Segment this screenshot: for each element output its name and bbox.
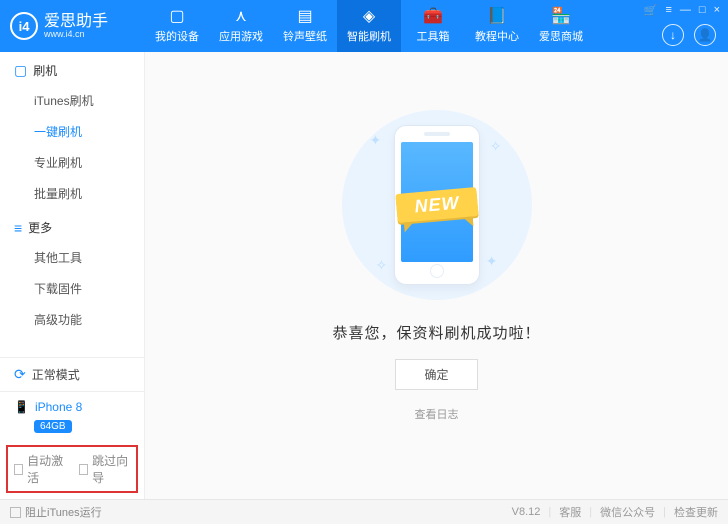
sidebar-item-batch-flash[interactable]: 批量刷机: [34, 178, 144, 209]
device-name-label: iPhone 8: [35, 400, 82, 414]
store-icon: 🏪: [551, 9, 571, 25]
nav-toolbox[interactable]: 🧰 工具箱: [401, 0, 465, 52]
sidebar-item-download-firmware[interactable]: 下载固件: [34, 273, 144, 304]
sidebar: ▢ 刷机 iTunes刷机 一键刷机 专业刷机 批量刷机 ≡ 更多 其他工具 下…: [0, 52, 145, 499]
cart-icon[interactable]: 🛒: [644, 4, 658, 17]
download-button[interactable]: ↓: [662, 24, 684, 46]
app-header: i4 爱思助手 www.i4.cn ▢ 我的设备 ⋏ 应用游戏 ▤ 铃声壁纸 ◈ 智能刷…: [0, 0, 728, 52]
window-controls: 🛒 ≡ — □ ×: [644, 4, 720, 17]
support-link[interactable]: 客服: [559, 504, 581, 520]
nav-label: 我的设备: [155, 28, 199, 44]
header-actions: ↓ 👤: [662, 24, 716, 46]
sidebar-item-advanced[interactable]: 高级功能: [34, 304, 144, 335]
refresh-icon: ⟳: [14, 366, 26, 383]
menu-icon[interactable]: ≡: [665, 4, 671, 17]
sidebar-item-other-tools[interactable]: 其他工具: [34, 242, 144, 273]
sparkle-icon: ✦: [370, 132, 382, 149]
maximize-button[interactable]: □: [699, 4, 706, 17]
user-button[interactable]: 👤: [694, 24, 716, 46]
nav-flash[interactable]: ◈ 智能刷机: [337, 0, 401, 52]
sparkle-icon: ✧: [376, 257, 388, 274]
status-bar: 阻止iTunes运行 V8.12 | 客服 | 微信公众号 | 检查更新: [0, 499, 728, 524]
device-row[interactable]: 📱 iPhone 8 64GB: [0, 391, 144, 443]
phone-icon: 📱: [14, 400, 29, 414]
view-log-link[interactable]: 查看日志: [415, 406, 459, 422]
cb-label: 阻止iTunes运行: [25, 504, 102, 520]
apps-icon: ⋏: [235, 9, 247, 25]
wechat-link[interactable]: 微信公众号: [600, 504, 655, 520]
group-title: 刷机: [33, 62, 57, 79]
list-icon: ≡: [14, 220, 22, 236]
nav-label: 铃声壁纸: [283, 28, 327, 44]
minimize-button[interactable]: —: [680, 4, 691, 17]
mode-row[interactable]: ⟳ 正常模式: [0, 357, 144, 391]
flash-icon: ◈: [363, 9, 375, 25]
nav-tutorials[interactable]: 📘 教程中心: [465, 0, 529, 52]
success-message: 恭喜您，保资料刷机成功啦！: [332, 322, 540, 343]
nav-label: 爱思商城: [539, 28, 583, 44]
sidebar-item-pro-flash[interactable]: 专业刷机: [34, 147, 144, 178]
brand-logo-icon: i4: [10, 12, 38, 40]
checkbox-block-itunes[interactable]: 阻止iTunes运行: [10, 504, 102, 520]
new-ribbon: NEW: [395, 187, 478, 223]
ok-button[interactable]: 确定: [395, 359, 477, 390]
nav-label: 教程中心: [475, 28, 519, 44]
brand-name: 爱思助手: [44, 14, 108, 30]
sidebar-group-more: ≡ 更多: [0, 209, 144, 242]
checkbox-skip-guide[interactable]: 跳过向导: [79, 452, 130, 486]
checkbox-auto-activate[interactable]: 自动激活: [14, 452, 65, 486]
book-icon: 📘: [487, 9, 507, 25]
sparkle-icon: ✧: [490, 138, 502, 155]
nav-store[interactable]: 🏪 爱思商城: [529, 0, 593, 52]
sidebar-item-itunes-flash[interactable]: iTunes刷机: [34, 85, 144, 116]
toolbox-icon: 🧰: [423, 9, 443, 25]
nav-ringtones[interactable]: ▤ 铃声壁纸: [273, 0, 337, 52]
success-illustration: ✦ ✧ ✧ ✦ NEW: [342, 110, 532, 300]
sparkle-icon: ✦: [486, 253, 498, 270]
nav-my-device[interactable]: ▢ 我的设备: [145, 0, 209, 52]
group-title: 更多: [28, 219, 52, 236]
nav-label: 智能刷机: [347, 28, 391, 44]
brand-subtitle: www.i4.cn: [44, 30, 108, 39]
check-update-link[interactable]: 检查更新: [674, 504, 718, 520]
main-content: ✦ ✧ ✧ ✦ NEW 恭喜您，保资料刷机成功啦！ 确定 查看日志: [145, 52, 728, 499]
cb-label: 跳过向导: [92, 452, 130, 486]
device-icon: ▢: [14, 62, 27, 79]
nav-label: 工具箱: [417, 28, 450, 44]
sidebar-group-flash: ▢ 刷机: [0, 52, 144, 85]
brand: i4 爱思助手 www.i4.cn: [0, 12, 145, 40]
version-label: V8.12: [512, 506, 541, 518]
cb-label: 自动激活: [27, 452, 65, 486]
nav-label: 应用游戏: [219, 28, 263, 44]
top-nav: ▢ 我的设备 ⋏ 应用游戏 ▤ 铃声壁纸 ◈ 智能刷机 🧰 工具箱 📘 教程中心 🏪 爱思商城: [145, 0, 593, 52]
storage-badge: 64GB: [34, 420, 72, 433]
mode-label: 正常模式: [32, 366, 80, 383]
nav-apps[interactable]: ⋏ 应用游戏: [209, 0, 273, 52]
close-button[interactable]: ×: [714, 4, 720, 17]
phone-icon: ▢: [169, 9, 184, 25]
sidebar-item-oneclick-flash[interactable]: 一键刷机: [34, 116, 144, 147]
options-highlight-box: 自动激活 跳过向导: [6, 445, 138, 493]
wallpaper-icon: ▤: [297, 9, 312, 25]
